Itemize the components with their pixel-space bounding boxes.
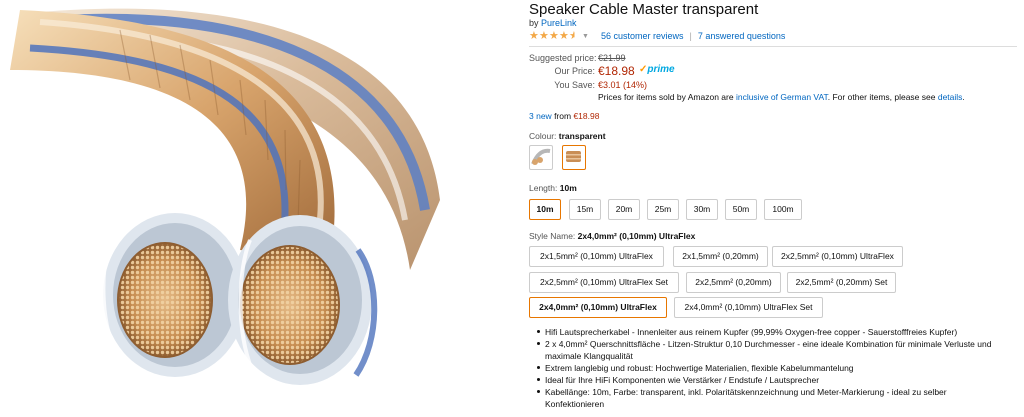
star-rating[interactable]: ★ ★ ★ ★ ★ [529, 30, 579, 42]
length-label-text: Length: [529, 183, 558, 193]
our-price-label: Our Price: [554, 66, 595, 76]
suggested-price: €21.99 [598, 53, 626, 63]
colour-label: Colour: transparent [529, 131, 606, 141]
star-icon: ★ [549, 30, 559, 42]
speaker-cable-photo-icon [10, 8, 440, 385]
vat-note: Prices for items sold by Amazon are incl… [598, 92, 965, 102]
byline: by PureLink [529, 18, 577, 28]
vat-note-text: . [962, 92, 965, 102]
vat-note-text: Prices for items sold by Amazon are [598, 92, 736, 102]
product-info: Speaker Cable Master transparent by Pure… [529, 0, 1019, 417]
length-option-30m[interactable]: 30m [686, 199, 718, 220]
product-image[interactable] [0, 0, 520, 417]
new-offers: 3 new from €18.98 [529, 111, 599, 121]
half-star-icon: ★ [569, 30, 579, 42]
length-option-15m[interactable]: 15m [569, 199, 601, 220]
style-option[interactable]: 2x2,5mm² (0,10mm) UltraFlex Set [529, 272, 679, 293]
details-link[interactable]: details [938, 92, 963, 102]
style-option[interactable]: 2x4,0mm² (0,10mm) UltraFlex Set [674, 297, 823, 318]
style-selected: 2x4,0mm² (0,10mm) UltraFlex [577, 231, 696, 241]
colour-swatch-selected[interactable] [562, 145, 586, 170]
feature-bullet: Extrem langlebig und robust: Hochwertige… [537, 362, 1007, 374]
feature-bullet: 2 x 4,0mm² Querschnittsfläche - Litzen-S… [537, 338, 1007, 362]
length-label: Length: 10m [529, 183, 577, 193]
new-offers-link[interactable]: 3 new [529, 111, 552, 121]
from-text: from [554, 111, 572, 121]
cable-spool-thumbnail-icon [566, 151, 581, 162]
you-save-value: €3.01 (14%) [598, 80, 648, 90]
feature-bullet: Ideal für Ihre HiFi Komponenten wie Vers… [537, 374, 1007, 386]
cable-thumbnail-icon [531, 148, 551, 165]
product-title: Speaker Cable Master transparent [529, 1, 759, 18]
brand-link[interactable]: PureLink [541, 18, 577, 28]
length-option-10m[interactable]: 10m [529, 199, 561, 220]
style-option-selected[interactable]: 2x4,0mm² (0,10mm) UltraFlex [529, 297, 667, 318]
length-option-50m[interactable]: 50m [725, 199, 757, 220]
style-option[interactable]: 2x1,5mm² (0,10mm) UltraFlex [529, 246, 664, 267]
feature-bullets: Hifi Lautsprecherkabel - Innenleiter aus… [537, 326, 1007, 410]
chevron-down-icon[interactable]: ▼ [582, 33, 589, 40]
you-save-label: You Save: [554, 80, 595, 90]
style-option[interactable]: 2x2,5mm² (0,10mm) UltraFlex [772, 246, 903, 267]
length-option-100m[interactable]: 100m [764, 199, 802, 220]
prime-label: prime [647, 64, 675, 75]
colour-label-text: Colour: [529, 131, 557, 141]
divider: | [689, 31, 692, 41]
style-label-text: Style Name: [529, 231, 576, 241]
vat-note-text: . For other items, please see [827, 92, 938, 102]
colour-selected: transparent [558, 131, 606, 141]
style-option[interactable]: 2x2,5mm² (0,20mm) [686, 272, 781, 293]
divider [529, 46, 1017, 47]
reviews-link[interactable]: 56 customer reviews [601, 31, 684, 41]
questions-link[interactable]: 7 answered questions [698, 31, 786, 41]
style-label: Style Name: 2x4,0mm² (0,10mm) UltraFlex [529, 231, 695, 241]
suggested-price-label: Suggested price: [529, 53, 597, 63]
by-prefix: by [529, 18, 539, 28]
feature-bullet: Kabellänge: 10m, Farbe: transparent, ink… [537, 386, 1007, 410]
feature-bullet: Hifi Lautsprecherkabel - Innenleiter aus… [537, 326, 1007, 338]
our-price: €18.98 [598, 64, 635, 78]
star-icon: ★ [529, 30, 539, 42]
length-option-20m[interactable]: 20m [608, 199, 640, 220]
new-offers-price: €18.98 [573, 111, 600, 121]
rating-row: ★ ★ ★ ★ ★ ▼ 56 customer reviews | 7 answ… [529, 30, 785, 42]
prime-badge: ✓prime [639, 64, 675, 75]
star-icon: ★ [559, 30, 569, 42]
length-option-25m[interactable]: 25m [647, 199, 679, 220]
colour-swatch[interactable] [529, 145, 553, 170]
style-option[interactable]: 2x1,5mm² (0,20mm) [673, 246, 768, 267]
length-selected: 10m [559, 183, 577, 193]
vat-link[interactable]: inclusive of German VAT [736, 92, 828, 102]
style-option[interactable]: 2x2,5mm² (0,20mm) Set [787, 272, 896, 293]
star-icon: ★ [539, 30, 549, 42]
